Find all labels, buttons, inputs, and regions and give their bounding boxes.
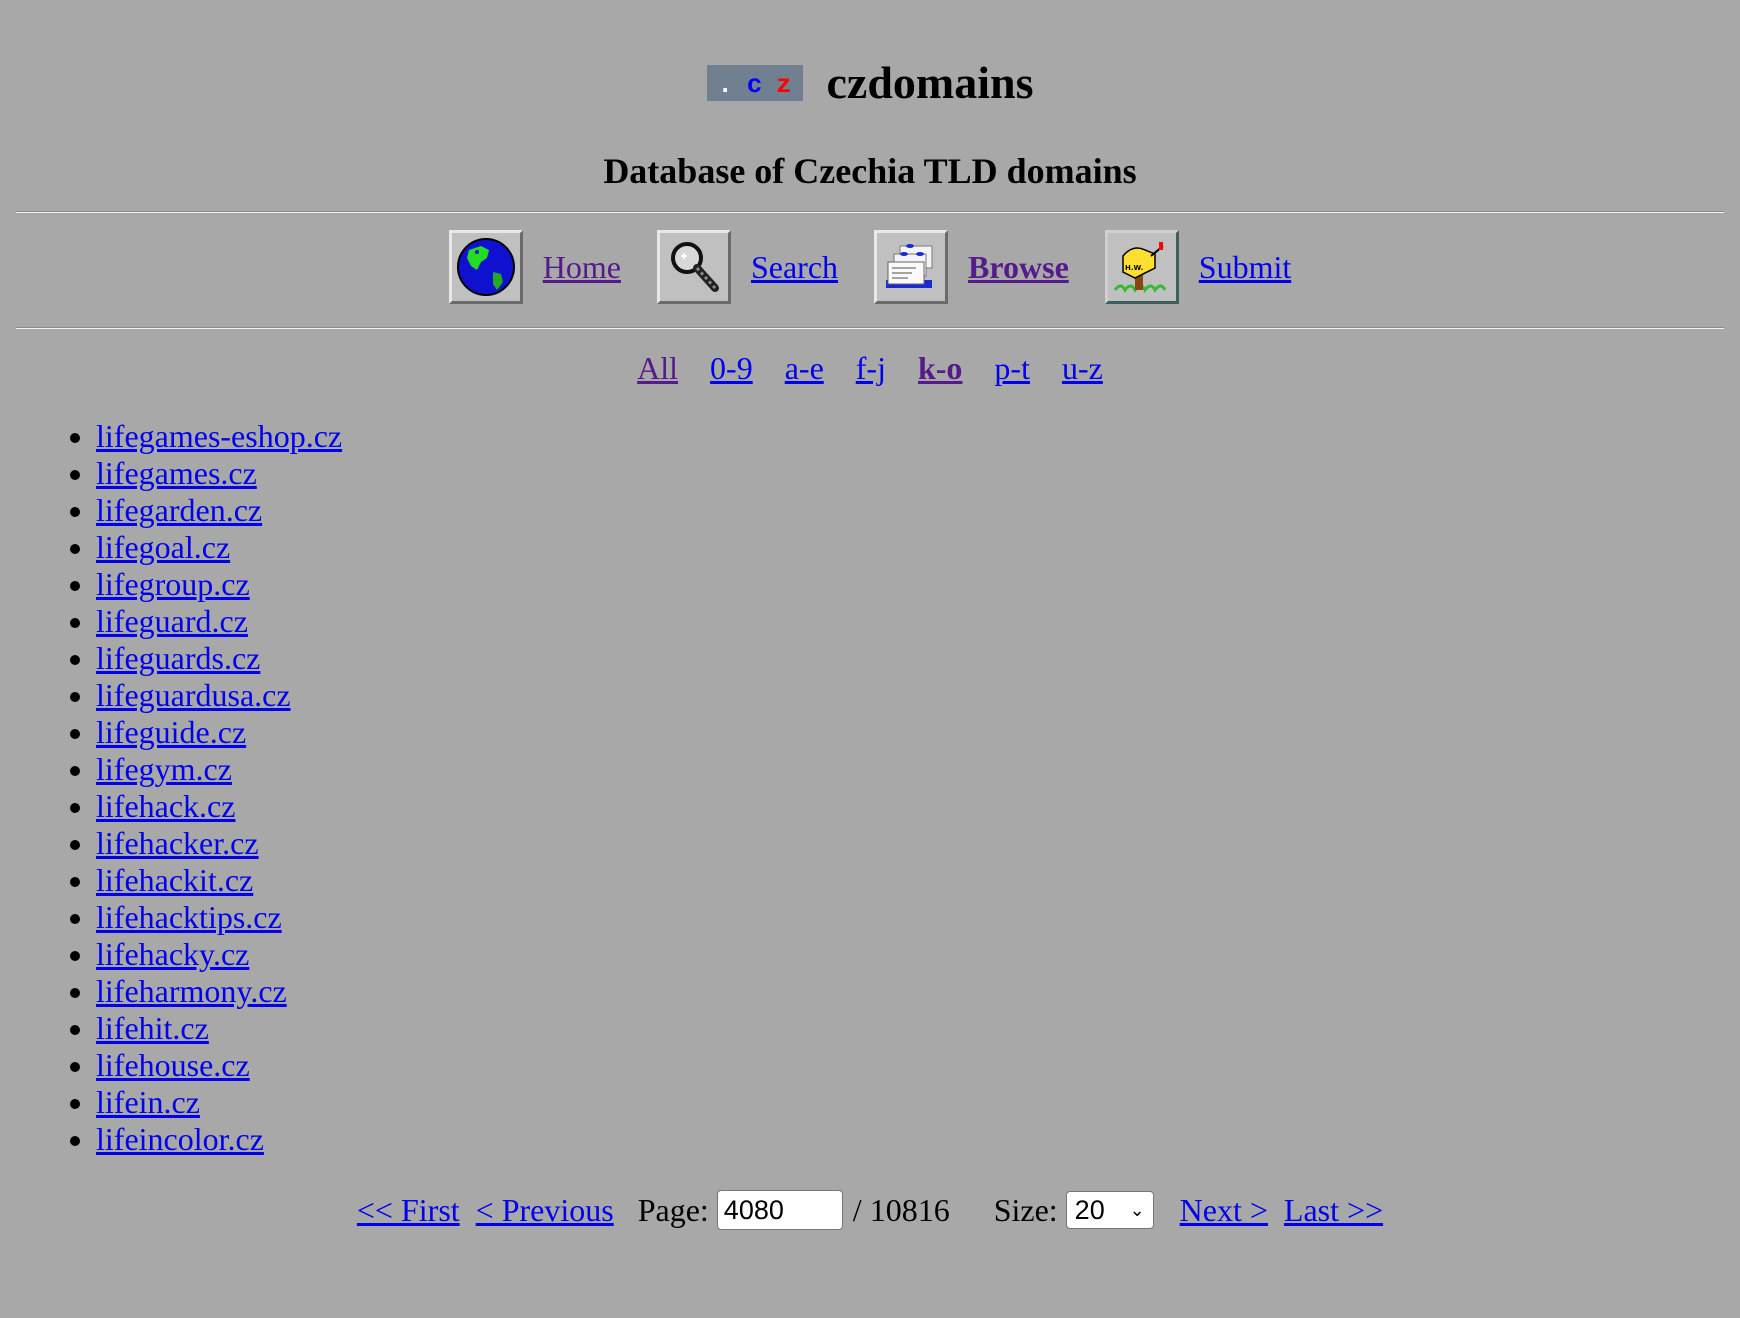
- logo-c: c: [746, 69, 763, 100]
- domain-link[interactable]: lifeincolor.cz: [96, 1121, 264, 1157]
- filter-f-j[interactable]: f-j: [856, 350, 886, 387]
- logo-z: z: [776, 69, 792, 100]
- domain-link[interactable]: lifegames.cz: [96, 455, 257, 491]
- card-file-icon[interactable]: [874, 230, 949, 304]
- nav-item-submit[interactable]: H.W. Submit: [1104, 230, 1291, 304]
- site-header: . c z czdomains: [0, 56, 1740, 109]
- size-label: Size:: [993, 1191, 1058, 1228]
- list-item: lifegames.cz: [96, 455, 342, 492]
- nav-item-home[interactable]: Home: [448, 230, 621, 304]
- nav-link-search[interactable]: Search: [751, 249, 838, 286]
- list-item: lifehacktips.cz: [96, 899, 342, 936]
- domain-link[interactable]: lifehacky.cz: [96, 936, 249, 972]
- list-item: lifein.cz: [96, 1084, 342, 1121]
- filter-u-z[interactable]: u-z: [1062, 350, 1103, 387]
- domain-link[interactable]: lifeguide.cz: [96, 714, 246, 750]
- page-size-value: 20: [1074, 1194, 1105, 1225]
- nav-link-browse[interactable]: Browse: [968, 249, 1069, 286]
- globe-icon[interactable]: [448, 230, 523, 304]
- page-label: Page:: [637, 1191, 709, 1228]
- nav-link-home[interactable]: Home: [543, 249, 621, 286]
- svg-text:H.W.: H.W.: [1125, 264, 1143, 272]
- domain-link[interactable]: lifehit.cz: [96, 1010, 209, 1046]
- domain-link[interactable]: lifegames-eshop.cz: [96, 418, 342, 454]
- list-item: lifeincolor.cz: [96, 1121, 342, 1158]
- list-item: lifehacker.cz: [96, 825, 342, 862]
- total-pages: / 10816: [852, 1191, 950, 1228]
- pagination-bar: << First < Previous Page: / 10816 Size: …: [0, 1190, 1740, 1230]
- domain-list: lifegames-eshop.cz lifegames.cz lifegard…: [0, 418, 342, 1158]
- list-item: lifehouse.cz: [96, 1047, 342, 1084]
- list-item: lifeguide.cz: [96, 714, 342, 751]
- logo-dot: .: [717, 69, 733, 100]
- list-item: lifegym.cz: [96, 751, 342, 788]
- cz-logo: . c z: [706, 64, 803, 101]
- list-item: lifehacky.cz: [96, 936, 342, 973]
- divider-bottom: [16, 327, 1724, 329]
- nav-item-search[interactable]: Search: [656, 230, 838, 304]
- divider-top: [16, 211, 1724, 213]
- magnifier-icon[interactable]: [656, 230, 731, 304]
- next-page-link[interactable]: Next >: [1180, 1192, 1268, 1229]
- list-item: lifeharmony.cz: [96, 973, 342, 1010]
- filter-all[interactable]: All: [637, 350, 678, 387]
- filter-a-e[interactable]: a-e: [785, 350, 824, 387]
- previous-page-link[interactable]: < Previous: [476, 1192, 614, 1229]
- filter-p-t[interactable]: p-t: [994, 350, 1030, 387]
- list-item: lifegames-eshop.cz: [96, 418, 342, 455]
- last-page-link[interactable]: Last >>: [1284, 1192, 1383, 1229]
- list-item: lifeguards.cz: [96, 640, 342, 677]
- list-item: lifehit.cz: [96, 1010, 342, 1047]
- nav-link-submit[interactable]: Submit: [1199, 249, 1291, 286]
- page-subtitle: Database of Czechia TLD domains: [603, 151, 1137, 191]
- domain-link[interactable]: lifeguard.cz: [96, 603, 248, 639]
- first-page-link[interactable]: << First: [357, 1192, 460, 1229]
- domain-link[interactable]: lifegroup.cz: [96, 566, 250, 602]
- list-item: lifegroup.cz: [96, 566, 342, 603]
- filter-k-o[interactable]: k-o: [918, 350, 962, 387]
- domain-link[interactable]: lifehacktips.cz: [96, 899, 282, 935]
- list-item: lifehack.cz: [96, 788, 342, 825]
- domain-link[interactable]: lifehacker.cz: [96, 825, 259, 861]
- domain-link[interactable]: lifeguardusa.cz: [96, 677, 291, 713]
- domain-link[interactable]: lifegoal.cz: [96, 529, 230, 565]
- list-item: lifegarden.cz: [96, 492, 342, 529]
- site-name: czdomains: [826, 57, 1034, 108]
- list-item: lifeguardusa.cz: [96, 677, 342, 714]
- list-item: lifehackit.cz: [96, 862, 342, 899]
- domain-link[interactable]: lifehackit.cz: [96, 862, 253, 898]
- domain-link[interactable]: lifein.cz: [96, 1084, 200, 1120]
- chevron-down-icon: ⌄: [1129, 1199, 1145, 1220]
- mailbox-icon[interactable]: H.W.: [1104, 230, 1179, 304]
- page-size-select[interactable]: 20 ⌄: [1065, 1191, 1154, 1229]
- filter-0-9[interactable]: 0-9: [710, 350, 753, 387]
- domain-link[interactable]: lifegym.cz: [96, 751, 232, 787]
- list-item: lifeguard.cz: [96, 603, 342, 640]
- nav-item-browse[interactable]: Browse: [874, 230, 1069, 304]
- domain-link[interactable]: lifeharmony.cz: [96, 973, 287, 1009]
- letter-filter-bar: All 0-9 a-e f-j k-o p-t u-z: [0, 350, 1740, 387]
- domain-link[interactable]: lifehouse.cz: [96, 1047, 250, 1083]
- domain-link[interactable]: lifehack.cz: [96, 788, 235, 824]
- page-number-input[interactable]: [716, 1190, 843, 1230]
- domain-link[interactable]: lifegarden.cz: [96, 492, 262, 528]
- list-item: lifegoal.cz: [96, 529, 342, 566]
- domain-link[interactable]: lifeguards.cz: [96, 640, 260, 676]
- main-nav: Home Search Browse H.W. Submit: [0, 230, 1740, 304]
